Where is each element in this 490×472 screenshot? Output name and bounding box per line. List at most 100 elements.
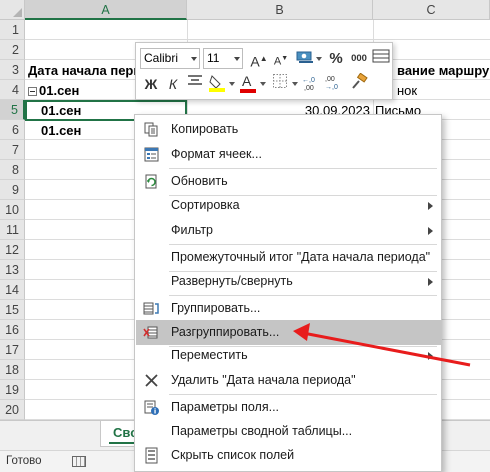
menu-item-hide-field-list[interactable]: Скрыть список полей	[136, 443, 441, 468]
number-format-button[interactable]	[294, 48, 316, 70]
menu-item-label: Формат ячеек...	[171, 147, 262, 161]
font-color-button[interactable]: A	[237, 73, 259, 95]
decrease-font-button[interactable]: A▼	[270, 48, 292, 70]
submenu-arrow-icon	[428, 202, 433, 210]
font-name-box[interactable]: Calibri	[140, 48, 200, 69]
svg-text:←,0: ←,0	[302, 77, 315, 84]
menu-item-label: Развернуть/свернуть	[171, 274, 293, 288]
column-header-a[interactable]: A	[25, 0, 187, 20]
menu-item-copy[interactable]: Копировать	[136, 117, 441, 142]
menu-item-ungroup[interactable]: Разгруппировать...	[136, 320, 441, 345]
borders-button[interactable]	[269, 73, 291, 95]
field-settings-icon	[144, 400, 159, 415]
menu-item-label: Разгруппировать...	[171, 325, 280, 339]
remove-icon	[145, 374, 158, 387]
format-painter-button[interactable]	[348, 72, 370, 95]
font-size-box[interactable]: 11	[203, 48, 243, 69]
bold-button[interactable]: Ж	[140, 73, 162, 95]
fill-color-icon	[209, 75, 225, 92]
format-cells-icon	[144, 147, 159, 162]
menu-item-sort[interactable]: Сортировка	[136, 193, 441, 218]
row-header[interactable]: 19	[0, 380, 25, 400]
percent-style-button[interactable]: %	[325, 48, 347, 70]
column-header-c[interactable]: C	[373, 0, 490, 20]
menu-item-remove-field[interactable]: Удалить "Дата начала периода"	[136, 368, 441, 393]
menu-item-label: Копировать	[171, 122, 239, 136]
row-header[interactable]: 17	[0, 340, 25, 360]
grow-font-glyph: A	[250, 53, 260, 70]
row-header[interactable]: 6	[0, 120, 25, 140]
menu-item-group[interactable]: Группировать...	[136, 296, 441, 321]
menu-item-label: Фильтр	[171, 223, 213, 237]
chevron-down-icon	[229, 82, 235, 86]
row-header[interactable]: 15	[0, 300, 25, 320]
increase-decimal-button[interactable]: ←,0,00	[300, 73, 322, 95]
menu-item-expand-collapse[interactable]: Развернуть/свернуть	[136, 269, 441, 294]
menu-item-label: Промежуточный итог "Дата начала периода"	[171, 250, 431, 264]
row-header[interactable]: 20	[0, 400, 25, 420]
currency-format-icon	[296, 51, 313, 63]
menu-item-label: Группировать...	[171, 301, 261, 315]
menu-item-move[interactable]: Переместить	[136, 343, 441, 368]
row-header[interactable]: 18	[0, 360, 25, 380]
menu-item-label: Скрыть список полей	[171, 448, 295, 462]
menu-item-label: Сортировка	[171, 198, 240, 212]
font-color-bar-icon	[240, 89, 256, 93]
menu-item-subtotal[interactable]: Промежуточный итог "Дата начала периода"	[136, 245, 441, 270]
submenu-arrow-icon	[428, 352, 433, 360]
refresh-icon	[145, 174, 157, 189]
svg-text:,00: ,00	[304, 85, 314, 92]
row-header[interactable]: 16	[0, 320, 25, 340]
row-header[interactable]: 14	[0, 280, 25, 300]
menu-item-label: Параметры сводной таблицы...	[171, 424, 353, 438]
fill-color-button[interactable]	[206, 73, 228, 95]
menu-item-label: Параметры поля...	[171, 400, 280, 414]
comma-style-button[interactable]: 000	[348, 48, 370, 70]
chevron-down-icon	[292, 82, 298, 86]
row-header[interactable]: 9	[0, 180, 25, 200]
field-list-icon	[145, 447, 158, 464]
menu-item-pivot-options[interactable]: Параметры сводной таблицы...	[136, 419, 441, 444]
sheet-stats-icon[interactable]	[72, 456, 86, 467]
menu-item-label: Удалить "Дата начала периода"	[171, 373, 356, 387]
row-header[interactable]: 11	[0, 220, 25, 240]
format-painter-icon	[352, 72, 368, 89]
wrap-text-icon	[372, 49, 390, 63]
row-header[interactable]: 10	[0, 200, 25, 220]
row-header[interactable]: 1	[0, 20, 25, 40]
menu-item-refresh[interactable]: Обновить	[136, 169, 441, 194]
status-text: Готово	[6, 455, 42, 467]
menu-item-filter[interactable]: Фильтр	[136, 218, 441, 243]
row-header[interactable]: 2	[0, 40, 25, 60]
row-header[interactable]: 5	[0, 100, 25, 120]
select-all-corner[interactable]	[0, 0, 25, 20]
wrap-text-button[interactable]	[370, 48, 392, 70]
align-center-button[interactable]	[184, 73, 206, 95]
chevron-down-icon	[260, 82, 266, 86]
row-header[interactable]: 7	[0, 140, 25, 160]
align-center-icon	[188, 75, 202, 85]
context-menu: Копировать Формат ячеек... Обновить Сорт…	[134, 114, 442, 472]
row-header[interactable]: 3	[0, 60, 25, 80]
ungroup-icon	[143, 326, 158, 339]
italic-button[interactable]: К	[162, 73, 184, 95]
increase-font-button[interactable]: A▲	[248, 48, 270, 70]
row-header[interactable]: 4	[0, 80, 25, 100]
menu-item-field-settings[interactable]: Параметры поля...	[136, 395, 441, 420]
group-icon	[143, 302, 159, 315]
font-name-value: Calibri	[144, 51, 179, 65]
menu-item-label: Обновить	[171, 174, 228, 188]
cell-a4-value: 01.сен	[39, 83, 80, 98]
decrease-decimal-button[interactable]: ,00 →,0	[323, 73, 345, 95]
borders-icon	[273, 74, 287, 88]
chevron-down-icon	[234, 57, 240, 61]
column-header-b[interactable]: B	[187, 0, 373, 20]
svg-text:,00: ,00	[325, 76, 335, 83]
submenu-arrow-icon	[428, 278, 433, 286]
row-header[interactable]: 12	[0, 240, 25, 260]
row-header[interactable]: 8	[0, 160, 25, 180]
menu-item-format-cells[interactable]: Формат ячеек...	[136, 142, 441, 167]
collapse-icon[interactable]	[28, 87, 37, 97]
chevron-down-icon	[191, 57, 197, 61]
row-header[interactable]: 13	[0, 260, 25, 280]
